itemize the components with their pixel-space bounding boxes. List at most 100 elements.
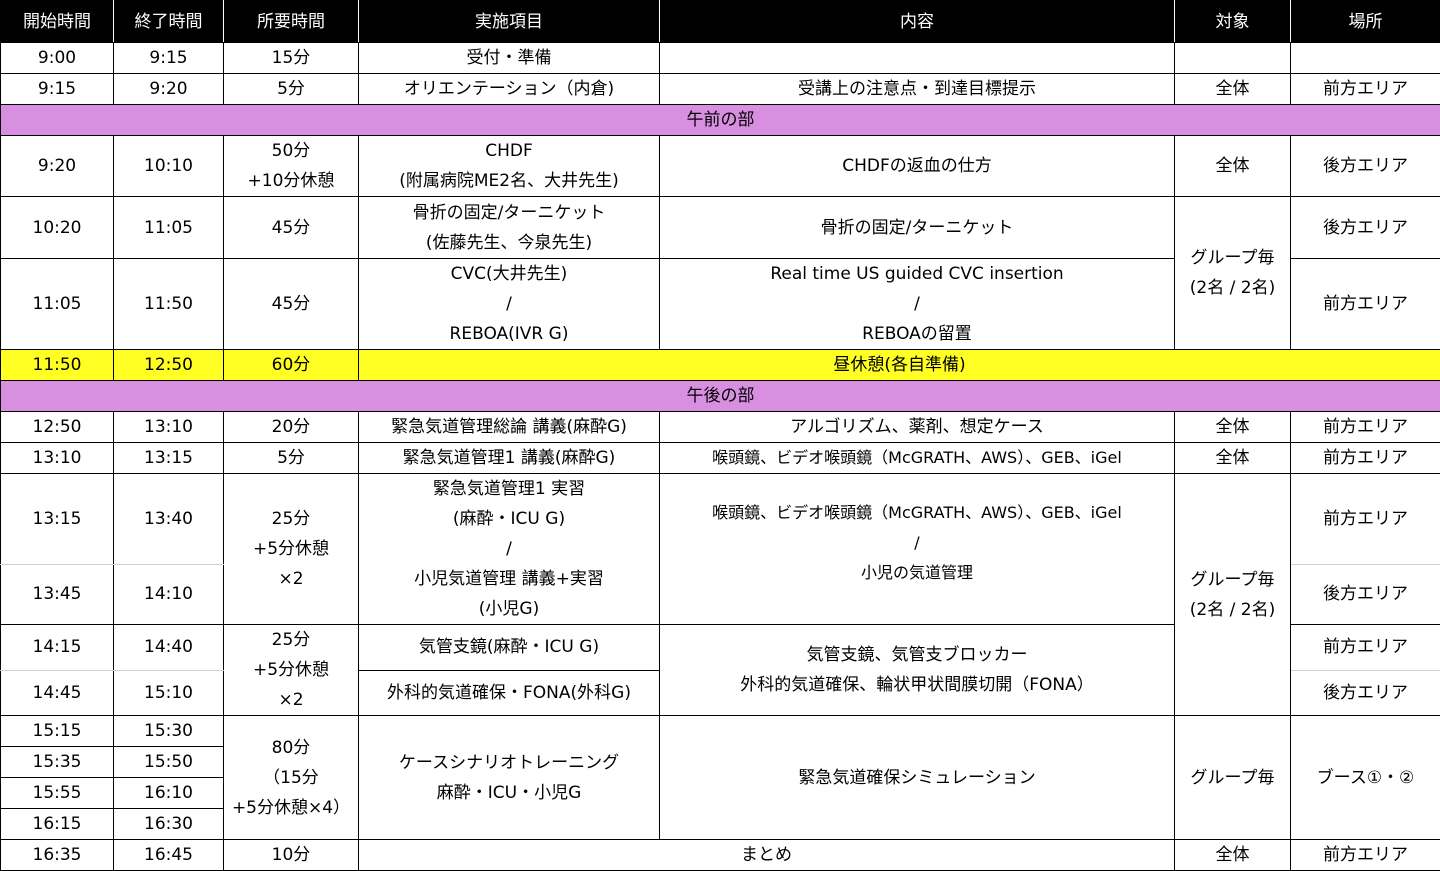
- cell-content: 受講上の注意点・到達目標提示: [660, 74, 1175, 105]
- cell-start: 13:15: [1, 474, 114, 565]
- item-line: (附属病院ME2名、大井先生): [359, 166, 659, 196]
- cell-duration: 45分: [224, 259, 359, 350]
- cell-place: [1291, 43, 1440, 74]
- cell-end: 10:10: [114, 136, 224, 197]
- cell-content: 喉頭鏡、ビデオ喉頭鏡（McGRATH、AWS）、GEB、iGel / 小児の気道…: [660, 474, 1175, 625]
- cell-target: 全体: [1175, 412, 1291, 443]
- cell-duration: 20分: [224, 412, 359, 443]
- session-label: 午後の部: [1, 381, 1440, 412]
- item-line: CHDF: [359, 136, 659, 166]
- cell-content: アルゴリズム、薬剤、想定ケース: [660, 412, 1175, 443]
- table-row: 12:50 13:10 20分 緊急気道管理総論 講義(麻酔G) アルゴリズム、…: [1, 412, 1440, 443]
- cell-place: ブース①・②: [1291, 716, 1440, 840]
- cell-target: グループ毎 (2名 / 2名): [1175, 474, 1291, 716]
- cell-duration: 60分: [224, 350, 359, 381]
- content-line: REBOAの留置: [660, 319, 1174, 349]
- cell-item: ケースシナリオトレーニング 麻酔・ICU・小児G: [359, 716, 660, 840]
- duration-line: （15分: [224, 763, 358, 793]
- cell-content: CHDFの返血の仕方: [660, 136, 1175, 197]
- cell-start: 15:35: [1, 747, 114, 778]
- cell-start: 15:15: [1, 716, 114, 747]
- cell-place: 前方エリア: [1291, 474, 1440, 565]
- duration-line: +10分休憩: [224, 166, 358, 196]
- cell-content: まとめ: [359, 840, 1175, 871]
- content-line: 外科的気道確保、輪状甲状間膜切開（FONA）: [660, 670, 1174, 700]
- cell-end: 15:30: [114, 716, 224, 747]
- cell-start: 15:55: [1, 778, 114, 809]
- cell-place: 前方エリア: [1291, 443, 1440, 474]
- cell-duration: 25分 +5分休憩 ×2: [224, 474, 359, 625]
- item-line: /: [359, 289, 659, 319]
- table-row: 9:00 9:15 15分 受付・準備: [1, 43, 1440, 74]
- cell-start: 13:45: [1, 564, 114, 624]
- cell-content: 緊急気道確保シミュレーション: [660, 716, 1175, 840]
- session-row-am: 午前の部: [1, 105, 1440, 136]
- cell-start: 9:20: [1, 136, 114, 197]
- cell-end: 9:15: [114, 43, 224, 74]
- item-line: (小児G): [359, 594, 659, 624]
- target-line: グループ毎: [1175, 565, 1290, 595]
- item-line: 小児気道管理 講義+実習: [359, 564, 659, 594]
- cell-end: 16:45: [114, 840, 224, 871]
- duration-line: 50分: [224, 136, 358, 166]
- table-row: 9:20 10:10 50分 +10分休憩 CHDF (附属病院ME2名、大井先…: [1, 136, 1440, 197]
- cell-duration: 5分: [224, 443, 359, 474]
- item-line: /: [359, 534, 659, 564]
- cell-target: 全体: [1175, 840, 1291, 871]
- header-target: 対象: [1175, 1, 1291, 43]
- cell-place: 前方エリア: [1291, 625, 1440, 671]
- cell-duration: 80分 （15分 +5分休憩×4）: [224, 716, 359, 840]
- cell-end: 16:10: [114, 778, 224, 809]
- target-line: (2名 / 2名): [1175, 273, 1290, 303]
- duration-line: +5分休憩×4）: [224, 793, 358, 823]
- cell-start: 9:15: [1, 74, 114, 105]
- cell-item: CHDF (附属病院ME2名、大井先生): [359, 136, 660, 197]
- cell-end: 13:15: [114, 443, 224, 474]
- table-row: 15:15 15:30 80分 （15分 +5分休憩×4） ケースシナリオトレー…: [1, 716, 1440, 747]
- cell-content: [660, 43, 1175, 74]
- duration-line: +5分休憩: [224, 655, 358, 685]
- header-start-time: 開始時間: [1, 1, 114, 43]
- content-line: 小児の気道管理: [660, 558, 1174, 588]
- item-line: (麻酔・ICU G): [359, 504, 659, 534]
- cell-content: 骨折の固定/ターニケット: [660, 197, 1175, 259]
- item-line: 麻酔・ICU・小児G: [359, 778, 659, 808]
- target-line: グループ毎: [1175, 243, 1290, 273]
- duration-line: ×2: [224, 564, 358, 594]
- cell-target: グループ毎 (2名 / 2名): [1175, 197, 1291, 350]
- cell-end: 15:10: [114, 670, 224, 716]
- content-line: /: [660, 289, 1174, 319]
- cell-end: 12:50: [114, 350, 224, 381]
- item-line: REBOA(IVR G): [359, 319, 659, 349]
- cell-end: 15:50: [114, 747, 224, 778]
- cell-target: 全体: [1175, 136, 1291, 197]
- table-row: 10:20 11:05 45分 骨折の固定/ターニケット (佐藤先生、今泉先生)…: [1, 197, 1440, 259]
- item-line: (佐藤先生、今泉先生): [359, 228, 659, 258]
- cell-end: 16:30: [114, 809, 224, 840]
- cell-content: 気管支鏡、気管支ブロッカー 外科的気道確保、輪状甲状間膜切開（FONA）: [660, 625, 1175, 716]
- item-line: 骨折の固定/ターニケット: [359, 198, 659, 228]
- content-line: 喉頭鏡、ビデオ喉頭鏡（McGRATH、AWS）、GEB、iGel: [660, 498, 1174, 528]
- cell-end: 13:10: [114, 412, 224, 443]
- cell-end: 11:50: [114, 259, 224, 350]
- cell-end: 11:05: [114, 197, 224, 259]
- header-row: 開始時間 終了時間 所要時間 実施項目 内容 対象 場所: [1, 1, 1440, 43]
- duration-line: +5分休憩: [224, 534, 358, 564]
- cell-item: 緊急気道管理1 実習 (麻酔・ICU G) / 小児気道管理 講義+実習 (小児…: [359, 474, 660, 625]
- cell-start: 11:05: [1, 259, 114, 350]
- item-line: CVC(大井先生): [359, 259, 659, 289]
- cell-start: 10:20: [1, 197, 114, 259]
- cell-place: 後方エリア: [1291, 197, 1440, 259]
- schedule-table: 開始時間 終了時間 所要時間 実施項目 内容 対象 場所 9:00 9:15 1…: [0, 0, 1440, 871]
- cell-duration: 5分: [224, 74, 359, 105]
- cell-place: 前方エリア: [1291, 840, 1440, 871]
- cell-place: 前方エリア: [1291, 259, 1440, 350]
- cell-start: 13:10: [1, 443, 114, 474]
- header-duration: 所要時間: [224, 1, 359, 43]
- table-row-lunch: 11:50 12:50 60分 昼休憩(各自準備): [1, 350, 1440, 381]
- cell-duration: 25分 +5分休憩 ×2: [224, 625, 359, 716]
- cell-item: 骨折の固定/ターニケット (佐藤先生、今泉先生): [359, 197, 660, 259]
- header-content: 内容: [660, 1, 1175, 43]
- cell-end: 14:40: [114, 625, 224, 671]
- cell-item: 受付・準備: [359, 43, 660, 74]
